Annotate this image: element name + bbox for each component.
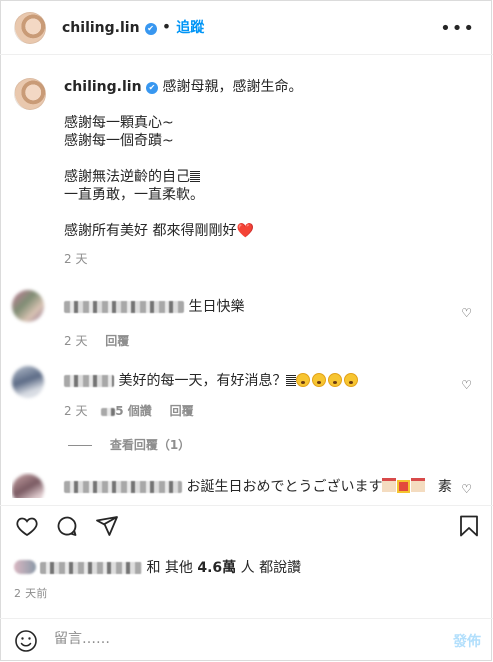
caption-line-4: 感謝每一個奇蹟~ [64, 133, 174, 149]
commenter-name-3[interactable] [64, 481, 182, 493]
likes-count[interactable]: 4.6萬 [197, 560, 236, 576]
caption-line-1: 感謝母親，感謝生命。 [162, 79, 303, 95]
commenter-name-2[interactable] [64, 375, 114, 387]
comment-1-like-icon[interactable]: ♡ [461, 306, 472, 320]
commenter-avatar-3[interactable] [12, 474, 44, 498]
comment-3-like-icon[interactable]: ♡ [461, 482, 472, 496]
caption-text: chiling.lin ✔ 感謝母親，感謝生命。 感謝每一顆真心~ 感謝每一個奇… [64, 78, 464, 268]
action-bar [0, 505, 493, 546]
caption-line-2 [64, 96, 464, 114]
bar-glyph-icon [190, 170, 200, 182]
hushed-face-emoji-icon [328, 373, 343, 387]
bookmark-icon[interactable] [457, 514, 481, 542]
caption-line-6-wrap: 感謝無法逆齡的自己 [64, 168, 464, 186]
caption-username[interactable]: chiling.lin [64, 79, 142, 95]
caption-line-5 [64, 150, 464, 168]
comment-input[interactable] [54, 631, 414, 647]
liker-avatars[interactable] [14, 560, 36, 574]
hushed-face-emoji-icon [312, 373, 327, 387]
replies-divider [68, 445, 92, 446]
comment-icon[interactable] [54, 514, 80, 542]
caption-line-8 [64, 204, 464, 222]
header-separator: • [161, 17, 172, 36]
commenter-avatar-1[interactable] [12, 290, 44, 322]
blurred-count [101, 407, 116, 416]
comment-1-meta: 2 天 回覆 [64, 332, 129, 349]
heart-icon[interactable] [14, 514, 40, 542]
caption-line-6: 感謝無法逆齡的自己 [64, 169, 190, 185]
comment-1-reply-button[interactable]: 回覆 [105, 334, 129, 348]
share-icon[interactable] [94, 514, 120, 542]
follow-button[interactable]: 追蹤 [176, 20, 204, 36]
comment-1-time[interactable]: 2 天 [64, 334, 87, 348]
comment-3-text: お誕生日おめでとうございます [186, 479, 383, 495]
comment-2-like-icon[interactable]: ♡ [461, 378, 472, 392]
header-user-line: chiling.lin ✔ • 追蹤 [62, 17, 204, 37]
gift-emoji-icon [397, 480, 411, 493]
hushed-face-emoji-icon [344, 373, 359, 387]
comment-composer: 發佈 [0, 618, 493, 661]
comment-1-text: 生日快樂 [188, 299, 245, 315]
more-options-icon[interactable]: ••• [440, 18, 475, 39]
commenter-avatar-2[interactable] [12, 366, 44, 398]
post-comment-button[interactable]: 發佈 [453, 631, 481, 651]
comment-3: お誕生日おめでとうございます 素 ♡ [12, 472, 482, 498]
bar-glyph-icon [286, 374, 297, 386]
likes-suffix: 人 都說讚 [240, 560, 302, 576]
post-time[interactable]: 2 天前 [14, 585, 48, 601]
comment-2-meta: 2 天 5 個讚 回覆 [64, 402, 194, 419]
comment-2-body: 美好的每一天，有好消息？ [64, 370, 360, 390]
caption-time[interactable]: 2 天 [64, 250, 464, 268]
comment-2-text: 美好的每一天，有好消息？ [118, 373, 287, 389]
likes-summary: 和 其他 4.6萬 人 都說讚 [14, 557, 301, 577]
caption-line-9: 感謝所有美好 都來得剛剛好❤️ [64, 223, 254, 239]
comment-2-reply-button[interactable]: 回覆 [170, 404, 194, 418]
caption-first-line: chiling.lin ✔ 感謝母親，感謝生命。 [64, 78, 464, 96]
emoji-icon[interactable] [14, 629, 38, 657]
comment-1-body: 生日快樂 [64, 296, 244, 316]
post-header: chiling.lin ✔ • 追蹤 ••• [0, 0, 493, 55]
comment-2-time[interactable]: 2 天 [64, 404, 87, 418]
birthday-cake-emoji-icon [411, 478, 426, 492]
view-replies-label: 查看回覆（1） [109, 438, 191, 452]
comment-2-likes[interactable]: 5 個讚 [115, 404, 152, 418]
caption-avatar[interactable] [14, 78, 46, 110]
verified-badge-icon: ✔ [146, 82, 158, 94]
comment-3-body: お誕生日おめでとうございます 素 [64, 476, 452, 496]
liker-name[interactable] [40, 562, 142, 574]
verified-badge-icon: ✔ [144, 23, 157, 35]
caption-line-7: 一直勇敢，一直柔軟。 [64, 187, 204, 203]
hushed-face-emoji-icon [296, 373, 311, 387]
header-username[interactable]: chiling.lin [62, 20, 140, 36]
birthday-cake-emoji-icon [382, 478, 397, 492]
comment-3-trailing: 素 [437, 479, 452, 495]
author-avatar[interactable] [14, 12, 46, 44]
likes-and-label: 和 其他 [146, 560, 193, 576]
view-replies-button[interactable]: 查看回覆（1） [68, 436, 190, 453]
caption-line-3: 感謝每一顆真心~ [64, 115, 174, 131]
commenter-name-1[interactable] [64, 301, 184, 313]
